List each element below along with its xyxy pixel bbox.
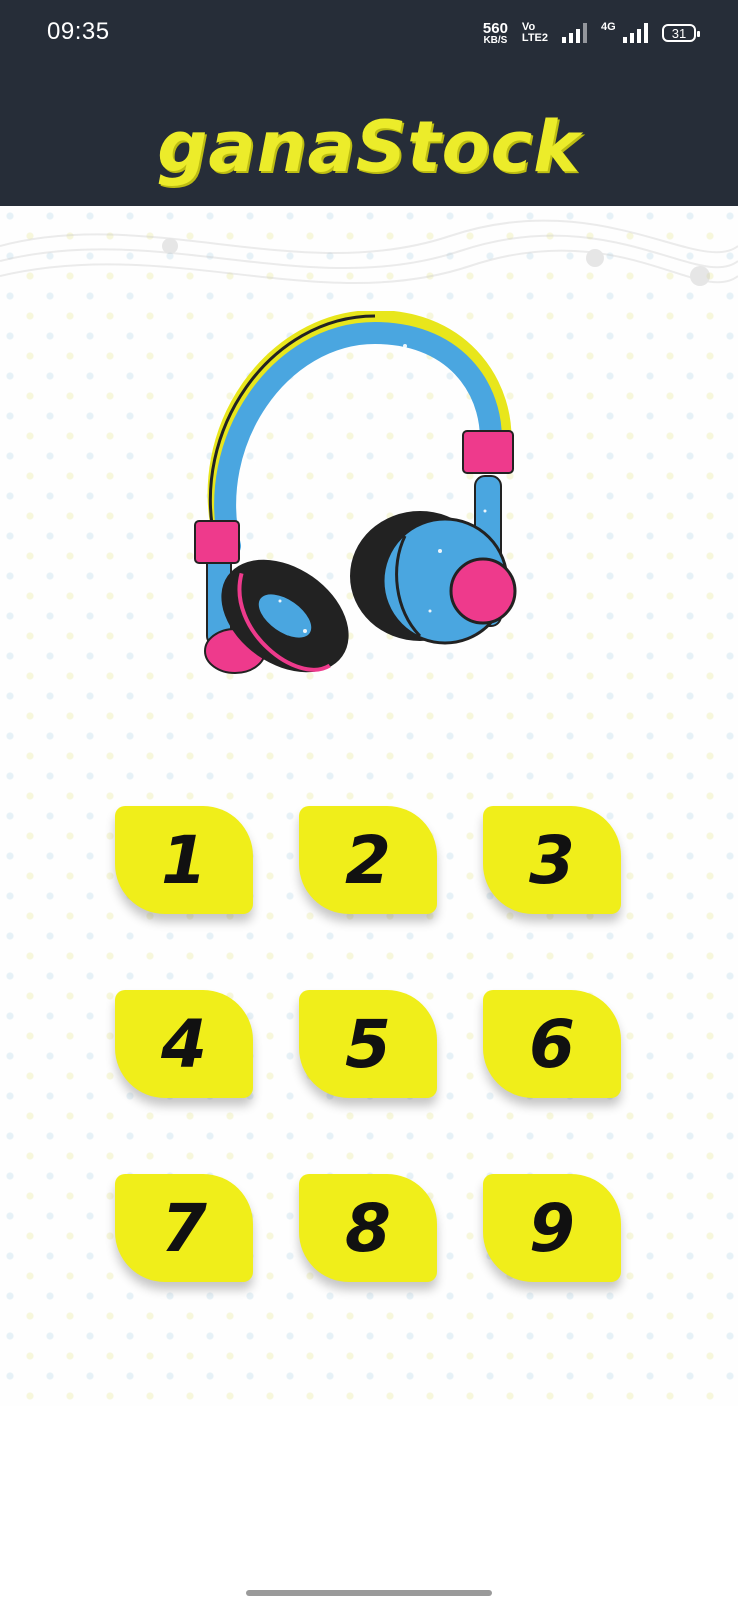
status-icons: 560 KB/S Vo LTE2 4G 31	[483, 18, 700, 48]
status-time: 09:35	[47, 18, 110, 45]
key-4[interactable]: 4	[115, 990, 253, 1098]
app-header: ganaStock	[0, 66, 738, 206]
home-indicator[interactable]	[246, 1590, 492, 1596]
key-6[interactable]: 6	[483, 990, 621, 1098]
network-speed-value: 560	[482, 19, 508, 37]
key-8[interactable]: 8	[299, 1174, 437, 1282]
network-type-label: 4G	[601, 21, 616, 33]
key-2[interactable]: 2	[299, 806, 437, 914]
number-keypad: 1 2 3 4 5 6 7 8 9	[115, 806, 625, 1282]
headphones-icon	[194, 311, 517, 674]
music-wave-decoration	[0, 219, 738, 286]
battery-icon: 31	[662, 24, 700, 42]
main-content: 1 2 3 4 5 6 7 8 9	[0, 206, 738, 1406]
volte-icon: Vo LTE2	[522, 22, 548, 44]
key-9[interactable]: 9	[483, 1174, 621, 1282]
key-3[interactable]: 3	[483, 806, 621, 914]
key-7[interactable]: 7	[115, 1174, 253, 1282]
key-1[interactable]: 1	[115, 806, 253, 914]
network-speed-unit: KB/S	[483, 34, 508, 46]
volte-line2: LTE2	[521, 32, 548, 44]
battery-level: 31	[671, 25, 687, 41]
network-speed: 560 KB/S	[483, 21, 508, 46]
signal-icon	[562, 23, 587, 43]
status-bar: 09:35 560 KB/S Vo LTE2 4G 31	[0, 0, 738, 66]
brand-logo: ganaStock	[157, 106, 581, 188]
key-5[interactable]: 5	[299, 990, 437, 1098]
network-4g-icon: 4G	[601, 21, 648, 43]
